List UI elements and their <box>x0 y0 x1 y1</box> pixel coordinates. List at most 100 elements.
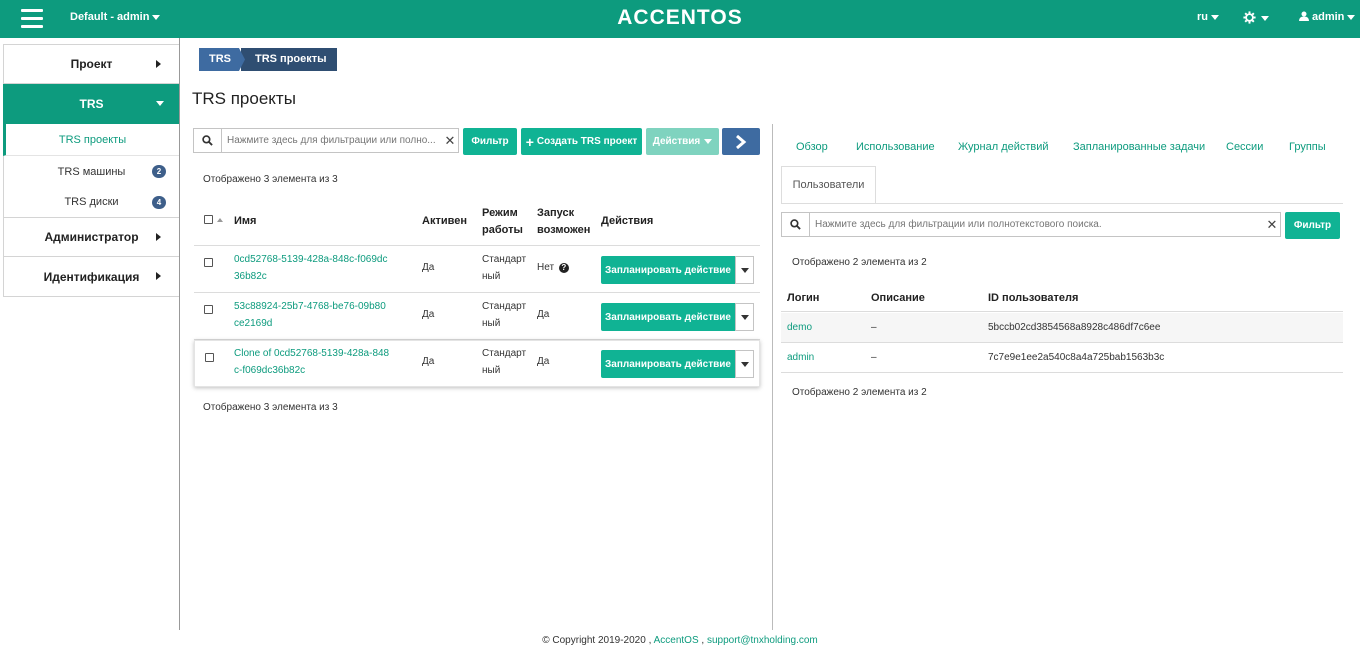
clear-icon[interactable]: ✕ <box>1264 217 1280 233</box>
users-table-header: Логин Описание ID пользователя <box>781 283 1343 312</box>
project-name-link-line1[interactable]: 0cd52768-5139-428a-848c-f069dc <box>234 251 387 268</box>
tab-scheduled-tasks[interactable]: Запланированные задачи <box>1073 141 1205 153</box>
sidebar-subitem-trs-disks[interactable]: TRS диски 4 <box>3 187 180 217</box>
user-id: 7c7e9e1ee2a540c8a4a725bab1563b3c <box>988 352 1165 363</box>
sidebar-item-label: Идентификация <box>43 269 140 284</box>
select-all-checkbox[interactable] <box>204 215 213 224</box>
tab-overview[interactable]: Обзор <box>796 141 828 153</box>
col-name[interactable]: Имя <box>234 215 256 227</box>
active-value: Да <box>422 262 435 273</box>
filter-button[interactable]: Фильтр <box>463 128 517 155</box>
project-name-link-line2[interactable]: 36b82c <box>234 268 267 285</box>
project-name-link-line2[interactable]: c-f069dc36b82c <box>234 362 305 379</box>
create-trs-project-button[interactable]: + Создать TRS проект <box>521 128 642 155</box>
support-email-link[interactable]: support@tnxholding.com <box>707 635 818 646</box>
schedule-action-button[interactable]: Запланировать действие <box>601 350 735 378</box>
chevron-down-icon <box>740 267 749 273</box>
users-count-bottom: Отображено 2 элемента из 2 <box>792 387 927 398</box>
row-actions-dropdown[interactable] <box>735 350 754 378</box>
tab-usage[interactable]: Использование <box>856 141 935 153</box>
project-name-link-line2[interactable]: ce2169d <box>234 315 272 332</box>
user-menu[interactable]: admin <box>1299 11 1356 23</box>
breadcrumb-item-trs[interactable]: TRS <box>199 48 245 71</box>
row-actions-dropdown[interactable] <box>735 256 754 284</box>
table-row: demo – 5bccb02cd3854568a8928c486df7c6ee <box>781 313 1343 343</box>
footer-separator: , <box>701 635 705 646</box>
question-icon[interactable]: ? <box>558 263 569 273</box>
sidebar-subitem-label: TRS проекты <box>58 133 127 146</box>
schedule-action-group: Запланировать действие <box>601 303 754 331</box>
table-row: 0cd52768-5139-428a-848c-f069dc 36b82c Да… <box>194 246 760 293</box>
sidebar-subitem-trs-machines[interactable]: TRS машины 2 <box>3 156 180 187</box>
users-filter-button[interactable]: Фильтр <box>1285 212 1340 239</box>
launch-value: Да <box>537 356 550 367</box>
schedule-action-button[interactable]: Запланировать действие <box>601 303 735 331</box>
user-login-link[interactable]: demo <box>787 322 812 333</box>
col-launch-line1[interactable]: Запуск <box>537 207 574 219</box>
row-checkbox-cell <box>204 303 213 320</box>
tab-users[interactable]: Пользователи <box>781 166 876 204</box>
table-row: Clone of 0cd52768-5139-428a-848 c-f069dc… <box>194 340 760 387</box>
mode-value-line2: ный <box>482 271 501 282</box>
search-icon[interactable] <box>194 129 222 152</box>
projects-search: ✕ <box>193 128 459 153</box>
col-mode-line2: работы <box>482 224 523 236</box>
chevron-right-icon <box>156 60 161 68</box>
page-title: TRS проекты <box>192 89 296 108</box>
table-row: admin – 7c7e9e1ee2a540c8a4a725bab1563b3c <box>781 343 1343 373</box>
breadcrumb-item-current[interactable]: TRS проекты <box>241 48 337 71</box>
chevron-right-icon <box>156 272 161 280</box>
sidebar-item-admin[interactable]: Администратор <box>3 217 180 257</box>
sidebar-subitem-label: TRS диски <box>64 196 119 208</box>
col-user-id[interactable]: ID пользователя <box>988 292 1078 304</box>
sidebar-subitem-trs-projects[interactable]: TRS проекты <box>3 124 180 156</box>
col-login[interactable]: Логин <box>787 292 819 304</box>
user-login-link[interactable]: admin <box>787 352 814 363</box>
users-search: ✕ <box>781 212 1281 237</box>
row-checkbox[interactable] <box>204 305 213 314</box>
brand-logo: ACCENTOS <box>617 6 743 29</box>
launch-value: Да <box>537 309 550 320</box>
project-name-link-line1[interactable]: Clone of 0cd52768-5139-428a-848 <box>234 345 389 362</box>
clear-icon[interactable]: ✕ <box>442 133 458 149</box>
row-actions-dropdown[interactable] <box>735 303 754 331</box>
sidebar-item-label: Администратор <box>44 230 139 244</box>
mode-value-line1: Стандарт <box>482 254 527 265</box>
schedule-action-group: Запланировать действие <box>601 350 754 378</box>
user-description: – <box>871 352 877 363</box>
user-name: admin <box>1312 11 1345 23</box>
search-input[interactable] <box>222 130 442 151</box>
top-bar: Default - admin ACCENTOS ru admin <box>0 0 1360 38</box>
mode-value-line1: Стандарт <box>482 348 527 359</box>
sort-icon[interactable] <box>217 218 223 222</box>
language-selector[interactable]: ru <box>1197 11 1219 23</box>
search-input[interactable] <box>810 214 1264 235</box>
search-icon[interactable] <box>782 213 810 236</box>
row-checkbox[interactable] <box>205 353 214 362</box>
col-active[interactable]: Активен <box>422 215 467 227</box>
settings-menu[interactable] <box>1243 9 1269 25</box>
sidebar-subitem-label: TRS машины <box>57 165 126 178</box>
product-link[interactable]: AccentOS <box>654 635 699 646</box>
row-checkbox-cell <box>205 351 214 368</box>
row-checkbox[interactable] <box>204 258 213 267</box>
actions-button[interactable]: Действия <box>646 128 719 155</box>
col-mode-line1[interactable]: Режим <box>482 207 518 219</box>
sidebar-item-project[interactable]: Проект <box>3 44 180 84</box>
launch-value-text: Нет <box>537 262 555 273</box>
tab-sessions[interactable]: Сессии <box>1226 141 1263 153</box>
projects-table-header: Имя Активен Режим работы Запуск возможен… <box>194 200 760 246</box>
user-id: 5bccb02cd3854568a8928c486df7c6ee <box>988 322 1161 333</box>
project-name-link-line1[interactable]: 53c88924-25b7-4768-be76-09b80 <box>234 298 386 315</box>
sidebar-divider <box>179 38 180 630</box>
col-description[interactable]: Описание <box>871 292 925 304</box>
tab-action-log[interactable]: Журнал действий <box>958 141 1049 153</box>
schedule-action-button[interactable]: Запланировать действие <box>601 256 735 284</box>
next-arrow-button[interactable] <box>722 128 760 155</box>
items-count-bottom: Отображено 3 элемента из 3 <box>203 402 338 413</box>
chevron-right-icon <box>156 233 161 241</box>
chevron-down-icon <box>156 101 164 106</box>
tab-groups[interactable]: Группы <box>1289 141 1326 153</box>
sidebar-item-identity[interactable]: Идентификация <box>3 257 180 297</box>
sidebar-item-trs[interactable]: TRS <box>3 84 180 124</box>
